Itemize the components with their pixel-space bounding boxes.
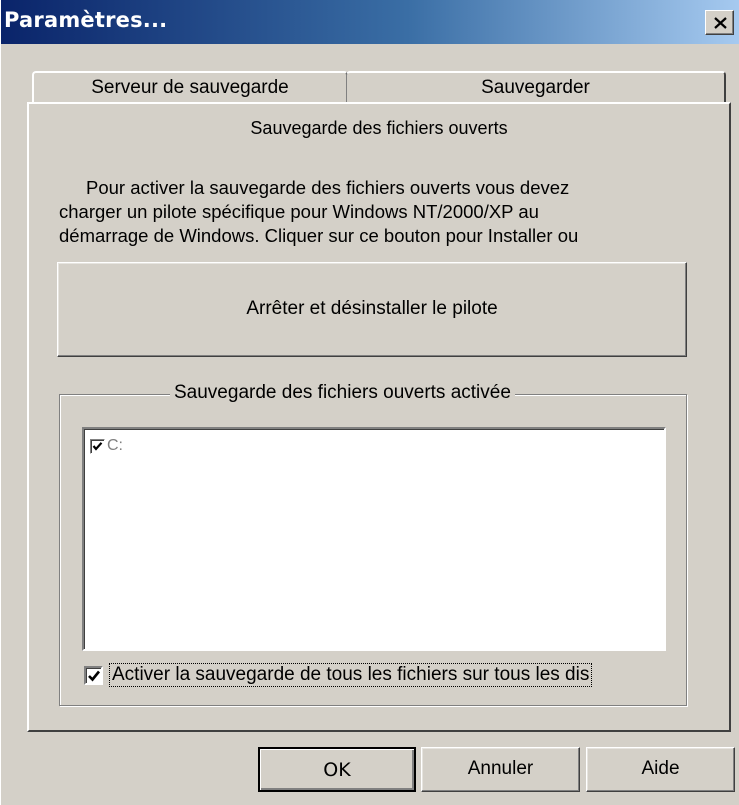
ok-button[interactable]: OK	[258, 747, 416, 792]
drive-label: C:	[107, 437, 123, 454]
description-line: charger un pilote spécifique pour Window…	[59, 201, 539, 222]
settings-dialog: Paramètres... Serveur de sauvegarde Sauv…	[0, 0, 739, 805]
tab-backup-server[interactable]: Serveur de sauvegarde	[32, 71, 348, 104]
tab-panel-open-files: Sauvegarde des fichiers ouverts Pour act…	[27, 102, 731, 732]
tab-label: Sauvegarder	[481, 77, 590, 98]
drive-listbox[interactable]: C:	[82, 427, 666, 651]
help-button[interactable]: Aide	[586, 747, 735, 792]
drive-checkbox[interactable]	[90, 438, 105, 454]
tab-label: Serveur de sauvegarde	[91, 77, 289, 98]
panel-title: Sauvegarde des fichiers ouverts	[250, 118, 508, 138]
all-disks-label: Activer la sauvegarde de tous les fichie…	[109, 663, 593, 687]
checkmark-icon	[92, 441, 103, 451]
checkmark-icon	[88, 670, 101, 681]
tab-backup[interactable]: Sauvegarder	[346, 71, 726, 104]
open-files-groupbox: Sauvegarde des fichiers ouverts activée …	[59, 382, 687, 706]
description-line: démarrage de Windows. Cliquer sur ce bou…	[59, 225, 579, 246]
uninstall-driver-button[interactable]: Arrêter et désinstaller le pilote	[57, 262, 687, 357]
group-legend: Sauvegarde des fichiers ouverts activée	[170, 382, 515, 404]
description-text: Pour activer la sauvegarde des fichiers …	[59, 176, 709, 248]
all-disks-checkbox[interactable]	[84, 665, 103, 685]
title-bar[interactable]: Paramètres...	[1, 0, 739, 44]
window-title: Paramètres...	[4, 8, 168, 32]
all-disks-option[interactable]: Activer la sauvegarde de tous les fichie…	[84, 663, 593, 687]
close-icon	[714, 17, 727, 29]
close-button[interactable]	[705, 10, 734, 35]
description-line: Pour activer la sauvegarde des fichiers …	[86, 177, 570, 198]
drive-item-c[interactable]: C:	[90, 437, 123, 455]
cancel-button[interactable]: Annuler	[421, 747, 580, 792]
